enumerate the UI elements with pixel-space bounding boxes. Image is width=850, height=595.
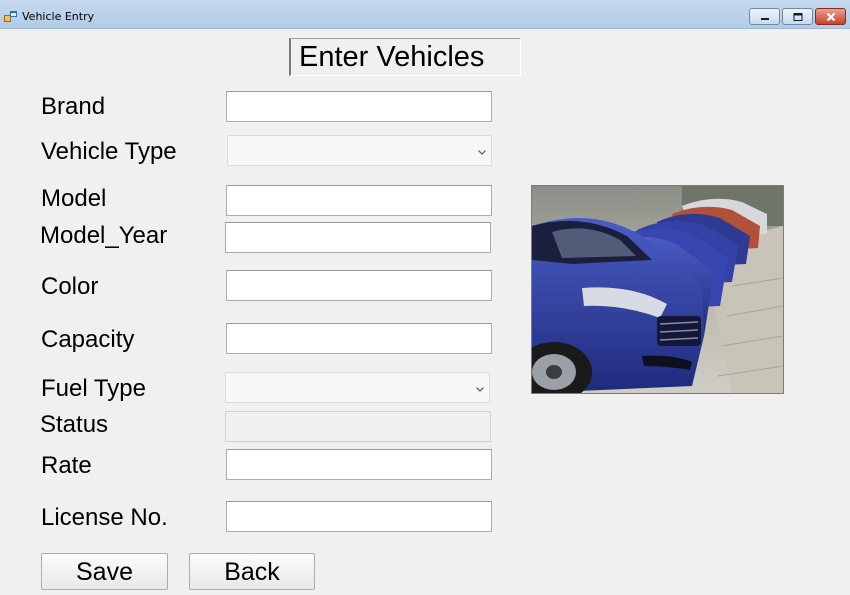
capacity-label: Capacity xyxy=(41,326,135,353)
form-heading: Enter Vehicles xyxy=(289,38,521,76)
vehicle-photo xyxy=(531,185,784,394)
brand-field[interactable] xyxy=(226,91,492,122)
status-input xyxy=(226,412,490,441)
model-field[interactable] xyxy=(226,185,492,216)
minimize-button[interactable] xyxy=(749,8,780,25)
save-button[interactable]: Save xyxy=(41,553,168,590)
back-button[interactable]: Back xyxy=(189,553,315,590)
model-input[interactable] xyxy=(227,186,491,215)
fuel-type-label: Fuel Type xyxy=(41,375,146,402)
license-no-field[interactable] xyxy=(226,501,492,532)
model-year-input[interactable] xyxy=(226,223,490,252)
status-field xyxy=(225,411,491,442)
vehicle-type-label: Vehicle Type xyxy=(41,138,177,165)
brand-label: Brand xyxy=(41,93,106,120)
window-title: Vehicle Entry xyxy=(22,10,95,23)
chevron-down-icon xyxy=(476,145,488,157)
license-no-label: License No. xyxy=(41,504,168,531)
close-icon xyxy=(816,9,845,24)
rate-input[interactable] xyxy=(227,450,491,479)
maximize-button[interactable] xyxy=(782,8,813,25)
color-label: Color xyxy=(41,273,99,300)
maximize-icon xyxy=(783,9,812,24)
color-field[interactable] xyxy=(226,270,492,301)
close-button[interactable] xyxy=(815,8,846,25)
model-year-label: Model_Year xyxy=(40,222,168,249)
app-icon xyxy=(4,9,17,22)
capacity-field[interactable] xyxy=(226,323,492,354)
chevron-down-icon xyxy=(474,382,486,394)
license-no-input[interactable] xyxy=(227,502,491,531)
rate-field[interactable] xyxy=(226,449,492,480)
model-year-field[interactable] xyxy=(225,222,491,253)
model-label: Model xyxy=(41,185,107,212)
vehicle-type-dropdown[interactable] xyxy=(227,135,492,166)
minimize-icon xyxy=(750,9,779,24)
fuel-type-dropdown[interactable] xyxy=(225,372,490,403)
brand-input[interactable] xyxy=(227,92,491,121)
color-input[interactable] xyxy=(227,271,491,300)
title-bar: Vehicle Entry xyxy=(0,0,850,29)
capacity-input[interactable] xyxy=(227,324,491,353)
status-label: Status xyxy=(40,411,109,438)
rate-label: Rate xyxy=(41,452,92,479)
